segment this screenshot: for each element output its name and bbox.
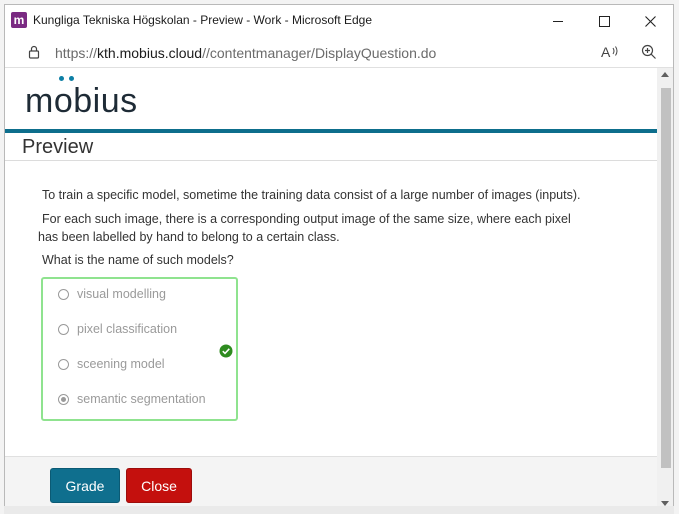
mobius-logo: m obius	[25, 76, 138, 121]
header-accent-bar	[5, 129, 657, 133]
background-strip	[4, 506, 674, 514]
logo-umlaut	[58, 76, 76, 82]
lock-icon[interactable]	[27, 45, 41, 59]
vertical-scrollbar[interactable]	[657, 68, 673, 509]
radio-button[interactable]	[58, 358, 69, 370]
logo-o: o	[53, 76, 74, 121]
maximize-icon	[598, 15, 610, 27]
radio-button-selected[interactable]	[58, 393, 69, 405]
read-aloud-icon[interactable]: A	[601, 44, 619, 60]
grade-button[interactable]: Grade	[50, 468, 120, 503]
question-line: To train a specific model, sometime the …	[42, 188, 581, 202]
title-bar: m Kungliga Tekniska Högskolan - Preview …	[5, 5, 673, 37]
url-text[interactable]: https://kth.mobius.cloud//contentmanager…	[55, 45, 436, 61]
svg-text:A: A	[601, 44, 611, 60]
page-content: m obius Preview To train a specific model…	[5, 68, 657, 509]
url-protocol: https://	[55, 45, 98, 61]
close-button[interactable]: Close	[126, 468, 192, 503]
address-bar[interactable]: https://kth.mobius.cloud//contentmanager…	[5, 37, 673, 68]
answer-label: visual modelling	[77, 287, 166, 301]
question-line: For each such image, there is a correspo…	[42, 212, 571, 226]
zoom-in-icon[interactable]	[641, 44, 657, 60]
maximize-button[interactable]	[581, 5, 627, 37]
answer-options-box: visual modelling pixel classification sc…	[41, 277, 238, 421]
mobius-app-icon: m	[11, 12, 27, 28]
scrollbar-thumb[interactable]	[661, 88, 671, 468]
radio-button[interactable]	[58, 323, 69, 335]
window-title: Kungliga Tekniska Högskolan - Preview - …	[33, 13, 373, 27]
answer-option[interactable]: visual modelling	[58, 284, 166, 304]
page-title: Preview	[22, 136, 94, 158]
question-line: has been labelled by hand to belong to a…	[38, 230, 340, 244]
minimize-icon	[553, 20, 563, 22]
question-text: To train a specific model, sometime the …	[38, 186, 623, 269]
close-icon	[644, 15, 656, 27]
logo-text-start: m	[25, 82, 54, 120]
minimize-button[interactable]	[535, 5, 581, 37]
dialog-footer: Grade Close	[5, 456, 657, 509]
answer-label: sceening model	[77, 357, 165, 371]
url-path: //contentmanager/DisplayQuestion.do	[202, 45, 437, 61]
check-circle-icon	[219, 344, 233, 358]
answer-option[interactable]: pixel classification	[58, 319, 177, 339]
close-window-button[interactable]	[627, 5, 673, 37]
answer-option[interactable]: sceening model	[58, 354, 165, 374]
browser-window: m Kungliga Tekniska Högskolan - Preview …	[4, 4, 674, 510]
logo-o-letter: o	[53, 82, 74, 120]
question-prompt: What is the name of such models?	[42, 253, 234, 267]
title-divider	[5, 160, 657, 161]
answer-label: pixel classification	[77, 322, 178, 336]
scroll-up-icon[interactable]	[661, 72, 669, 77]
answer-label: semantic segmentation	[77, 392, 206, 406]
logo-text-end: bius	[73, 82, 138, 120]
answer-option[interactable]: semantic segmentation	[58, 389, 206, 409]
url-host: kth.mobius.cloud	[97, 45, 203, 61]
radio-button[interactable]	[58, 288, 69, 300]
